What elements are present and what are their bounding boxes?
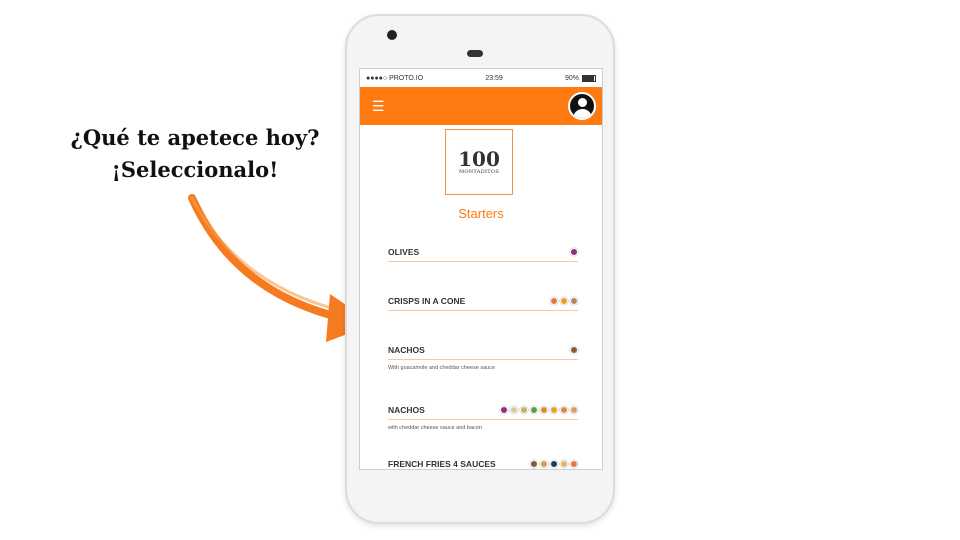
app-screen: ●●●●○ PROTO.IO 23:59 90% ☰ 100 MONTADITO… <box>359 68 603 470</box>
callout-text: ¿Qué te apetece hoy? ¡Seleccionalo! <box>70 122 320 186</box>
menu-item-header: NACHOS <box>388 405 578 420</box>
allergen-icon <box>530 460 538 468</box>
menu-item-name: FRENCH FRIES 4 SAUCES <box>388 459 496 469</box>
battery-icon <box>581 74 596 82</box>
callout-line-2: ¡Seleccionalo! <box>111 157 279 182</box>
allergen-icons <box>500 406 578 414</box>
time-label: 23:59 <box>485 74 503 82</box>
allergen-icon <box>560 406 568 414</box>
allergen-icon <box>530 406 538 414</box>
allergen-icon <box>520 406 528 414</box>
carrier-label: ●●●●○ PROTO.IO <box>366 74 424 82</box>
allergen-icon <box>540 406 548 414</box>
battery-label: 90% <box>564 74 579 82</box>
logo-number: 100 <box>458 147 500 171</box>
menu-item-description: with cheddar cheese sauce and bacon <box>388 425 482 431</box>
allergen-icons <box>530 460 578 468</box>
allergen-icon <box>500 406 508 414</box>
menu-item-header: OLIVES <box>388 247 578 262</box>
allergen-icon <box>550 406 558 414</box>
camera-icon <box>387 30 397 40</box>
allergen-icon <box>510 406 518 414</box>
allergen-icon <box>560 297 568 305</box>
menu-item[interactable]: FRENCH FRIES 4 SAUCES <box>388 459 578 469</box>
phone-frame: ●●●●○ PROTO.IO 23:59 90% ☰ 100 MONTADITO… <box>345 14 615 524</box>
brand-logo: 100 MONTADITOS <box>445 129 513 195</box>
menu-item-name: CRISPS IN A CONE <box>388 296 466 306</box>
section-title: Starters <box>458 206 504 221</box>
logo-name: MONTADITOS <box>458 169 500 175</box>
allergen-icons <box>570 346 578 354</box>
battery-status: 90% <box>564 74 596 82</box>
allergen-icon <box>540 460 548 468</box>
speaker-icon <box>467 50 483 57</box>
menu-item-name: NACHOS <box>388 405 425 415</box>
status-bar: ●●●●○ PROTO.IO 23:59 90% <box>360 69 602 87</box>
callout-line-1: ¿Qué te apetece hoy? <box>70 125 320 150</box>
allergen-icon <box>570 406 578 414</box>
menu-item-header: CRISPS IN A CONE <box>388 296 578 311</box>
allergen-icon <box>550 460 558 468</box>
allergen-icon <box>570 297 578 305</box>
allergen-icons <box>550 297 578 305</box>
allergen-icon <box>570 460 578 468</box>
menu-icon[interactable]: ☰ <box>372 99 385 113</box>
menu-item-header: FRENCH FRIES 4 SAUCES <box>388 459 578 469</box>
menu-item-name: OLIVES <box>388 247 420 257</box>
profile-avatar-icon[interactable] <box>568 92 596 120</box>
allergen-icon <box>570 248 578 256</box>
allergen-icon <box>560 460 568 468</box>
menu-item-header: NACHOS <box>388 345 578 360</box>
menu-item-description: With guacamole and cheddar cheese sauce <box>388 365 496 371</box>
app-header: ☰ <box>360 87 602 125</box>
menu-item-name: NACHOS <box>388 345 425 355</box>
allergen-icons <box>570 248 578 256</box>
allergen-icon <box>550 297 558 305</box>
allergen-icon <box>570 346 578 354</box>
menu-item[interactable]: CRISPS IN A CONE <box>388 296 578 311</box>
menu-item[interactable]: OLIVES <box>388 247 578 262</box>
menu-item[interactable]: NACHOS With guacamole and cheddar cheese … <box>388 345 578 371</box>
menu-item[interactable]: NACHOS with cheddar cheese sauce and baco… <box>388 405 578 431</box>
